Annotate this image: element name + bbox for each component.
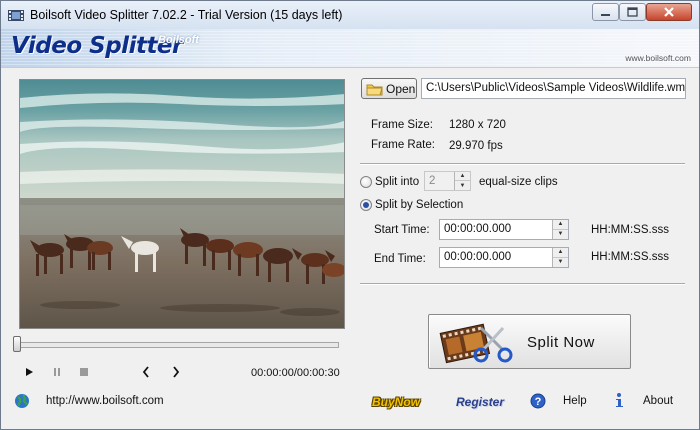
about-link[interactable]: About (643, 395, 673, 407)
chevron-left-icon (142, 366, 149, 378)
spin-down-icon[interactable]: ▼ (455, 181, 470, 190)
help-link[interactable]: Help (563, 395, 587, 407)
file-path-field[interactable]: C:\Users\Public\Videos\Sample Videos\Wil… (421, 78, 686, 99)
end-time-field[interactable]: 00:00:00.000 ▲ ▼ (439, 247, 569, 268)
video-frame-image (20, 80, 344, 328)
next-frame-button[interactable] (169, 365, 183, 379)
film-app-icon (8, 10, 24, 21)
brand-name: Boilsoft (158, 34, 199, 46)
spin-down-icon[interactable]: ▼ (553, 230, 568, 240)
spin-up-icon[interactable]: ▲ (553, 248, 568, 258)
split-now-label: Split Now (527, 334, 595, 351)
start-time-field[interactable]: 00:00:00.000 ▲ ▼ (439, 219, 569, 240)
title-bar[interactable]: Boilsoft Video Splitter 7.02.2 - Trial V… (1, 1, 699, 29)
end-time-spin[interactable]: ▲ ▼ (552, 248, 568, 267)
minimize-icon (601, 14, 610, 16)
window-title: Boilsoft Video Splitter 7.02.2 - Trial V… (30, 8, 343, 22)
chevron-right-icon (173, 366, 180, 378)
divider (360, 283, 685, 285)
clips-suffix-label: equal-size clips (479, 176, 558, 188)
divider (360, 163, 685, 165)
open-button[interactable]: Open (361, 78, 417, 99)
clips-count-spin[interactable]: ▲ ▼ (454, 172, 470, 190)
film-scissors-icon (439, 323, 513, 364)
seek-thumb[interactable] (13, 336, 21, 352)
minimize-button[interactable] (592, 3, 619, 21)
app-banner: Video Splitter Boilsoft www.boilsoft.com (1, 29, 699, 68)
pause-icon (54, 368, 60, 376)
frame-rate-value: 29.970 fps (449, 140, 503, 152)
svg-text:?: ? (535, 396, 542, 408)
split-now-button[interactable]: Split Now (428, 314, 631, 369)
start-time-label: Start Time: (374, 224, 430, 236)
start-time-spin[interactable]: ▲ ▼ (552, 220, 568, 239)
clips-count-value: 2 (429, 175, 436, 187)
app-window: Boilsoft Video Splitter 7.02.2 - Trial V… (0, 0, 700, 430)
time-readout: 00:00:00/00:00:30 (251, 367, 340, 379)
frame-size-label: Frame Size: (371, 119, 433, 131)
website-link[interactable]: http://www.boilsoft.com (46, 395, 164, 407)
close-button[interactable] (646, 3, 692, 21)
spin-up-icon[interactable]: ▲ (553, 220, 568, 230)
play-icon (26, 368, 33, 376)
frame-rate-label: Frame Rate: (371, 139, 435, 151)
stop-button[interactable] (77, 365, 91, 379)
split-by-selection-radio[interactable] (360, 199, 372, 211)
stop-icon (80, 368, 88, 376)
seek-bar[interactable] (17, 342, 339, 348)
start-time-format: HH:MM:SS.sss (591, 224, 669, 236)
open-button-label: Open (386, 82, 416, 96)
end-time-format: HH:MM:SS.sss (591, 251, 669, 263)
help-icon[interactable]: ? (530, 393, 546, 409)
buy-now-link[interactable]: BuyNow (372, 395, 420, 409)
start-time-value: 00:00:00.000 (444, 223, 512, 235)
split-into-label[interactable]: Split into (375, 176, 419, 188)
end-time-value: 00:00:00.000 (444, 251, 512, 263)
close-icon (664, 7, 674, 17)
end-time-label: End Time: (374, 253, 426, 265)
previous-frame-button[interactable] (139, 365, 153, 379)
split-by-selection-label[interactable]: Split by Selection (375, 199, 463, 211)
maximize-icon (627, 7, 638, 17)
split-into-radio[interactable] (360, 176, 372, 188)
spin-down-icon[interactable]: ▼ (553, 258, 568, 268)
video-preview (19, 79, 345, 329)
globe-icon (15, 394, 29, 408)
maximize-button[interactable] (619, 3, 646, 21)
register-link[interactable]: Register (456, 395, 504, 409)
folder-icon (366, 84, 383, 96)
play-button[interactable] (22, 365, 36, 379)
info-icon[interactable] (613, 392, 629, 409)
frame-size-value: 1280 x 720 (449, 119, 506, 131)
clips-count-stepper[interactable]: 2 ▲ ▼ (424, 171, 471, 191)
pause-button[interactable] (50, 365, 64, 379)
spin-up-icon[interactable]: ▲ (455, 172, 470, 181)
banner-website: www.boilsoft.com (625, 53, 691, 63)
